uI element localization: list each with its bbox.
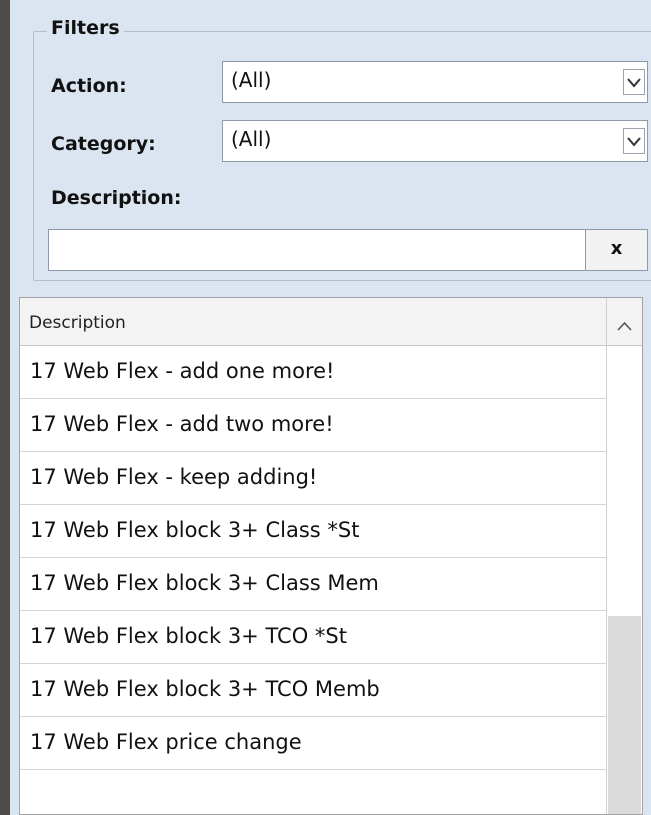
grid-rows: 17 Web Flex - add one more! 17 Web Flex …: [20, 346, 607, 770]
table-row[interactable]: 17 Web Flex price change: [20, 717, 607, 770]
row-description: 17 Web Flex block 3+ Class *St: [30, 518, 360, 542]
chevron-up-icon: [617, 321, 632, 331]
table-row[interactable]: 17 Web Flex - keep adding!: [20, 452, 607, 505]
action-dropdown[interactable]: (All): [222, 61, 648, 103]
category-dropdown[interactable]: (All): [222, 120, 648, 162]
description-label: Description:: [51, 187, 182, 209]
row-description: 17 Web Flex block 3+ TCO Memb: [30, 677, 380, 701]
action-dropdown-value: (All): [231, 68, 272, 92]
table-row[interactable]: 17 Web Flex - add two more!: [20, 399, 607, 452]
vertical-scrollbar[interactable]: [606, 298, 642, 814]
category-label: Category:: [51, 133, 156, 155]
scrollbar-thumb[interactable]: [608, 616, 641, 814]
table-row[interactable]: 17 Web Flex block 3+ TCO *St: [20, 611, 607, 664]
row-description: 17 Web Flex - add two more!: [30, 412, 334, 436]
row-description: 17 Web Flex price change: [30, 730, 302, 754]
row-description: 17 Web Flex - keep adding!: [30, 465, 318, 489]
chevron-down-icon[interactable]: [623, 128, 645, 154]
description-input[interactable]: [48, 229, 586, 271]
scroll-up-button[interactable]: [607, 298, 642, 346]
row-description: 17 Web Flex block 3+ TCO *St: [30, 624, 347, 648]
column-header-label: Description: [29, 313, 126, 333]
chevron-down-icon[interactable]: [623, 69, 645, 95]
clear-description-button[interactable]: x: [585, 229, 648, 271]
row-description: 17 Web Flex - add one more!: [30, 359, 335, 383]
column-header-description[interactable]: Description: [20, 298, 607, 346]
row-description: 17 Web Flex block 3+ Class Mem: [30, 571, 379, 595]
filters-legend: Filters: [47, 17, 124, 39]
table-row[interactable]: 17 Web Flex block 3+ TCO Memb: [20, 664, 607, 717]
action-label: Action:: [51, 75, 127, 97]
table-row[interactable]: 17 Web Flex - add one more!: [20, 346, 607, 399]
table-row[interactable]: 17 Web Flex block 3+ Class Mem: [20, 558, 607, 611]
description-grid: Description 17 Web Flex - add one more! …: [19, 297, 643, 815]
table-row[interactable]: 17 Web Flex block 3+ Class *St: [20, 505, 607, 558]
category-dropdown-value: (All): [231, 127, 272, 151]
